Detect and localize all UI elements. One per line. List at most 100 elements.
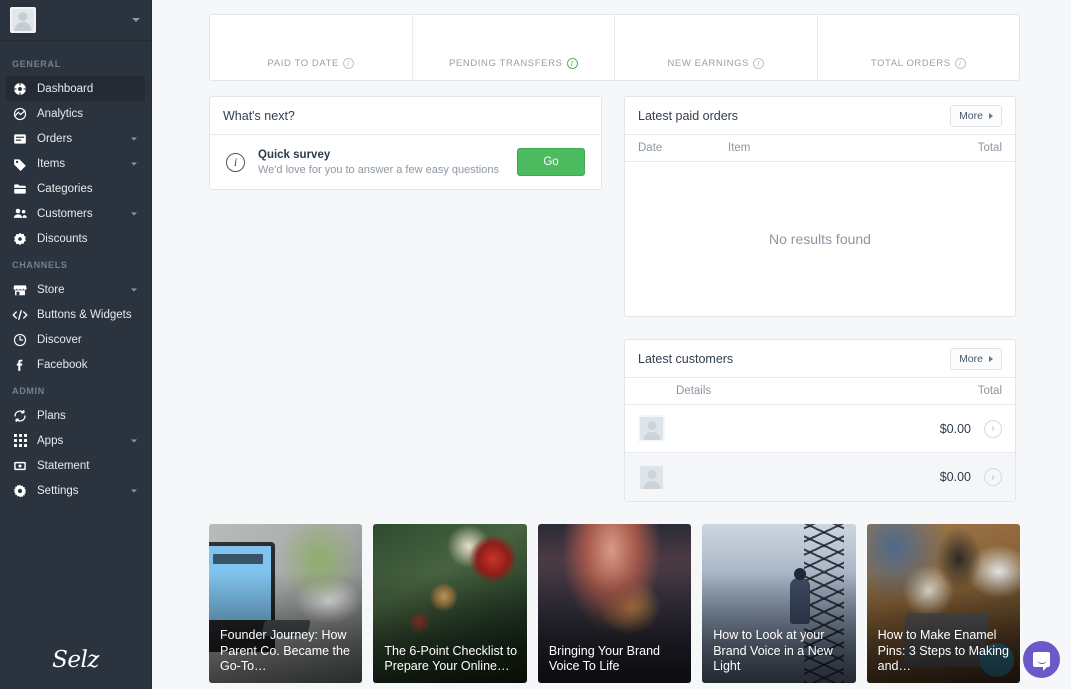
sidebar-item-label: Categories [37, 182, 93, 195]
stat-label-wrap: PAID TO DATE i [268, 58, 354, 69]
orders-table-header: Date Item Total [625, 135, 1015, 162]
blog-title: How to Look at your Brand Voice in a New… [713, 628, 833, 674]
chevron-down-icon[interactable] [131, 162, 137, 165]
chevron-down-icon[interactable] [131, 288, 137, 291]
blog-card[interactable]: How to Make Enamel Pins: 3 Steps to Maki… [866, 524, 1021, 683]
column-header-item: Item [728, 142, 751, 154]
sidebar-item-apps[interactable]: Apps [6, 428, 145, 453]
chevron-down-icon[interactable] [131, 137, 137, 140]
left-column: What's next? i Quick survey We'd love fo… [209, 96, 602, 502]
sidebar-item-dashboard[interactable]: Dashboard [6, 76, 145, 101]
sidebar-item-discounts[interactable]: Discounts [6, 226, 145, 251]
sidebar-item-label: Discounts [37, 232, 88, 245]
latest-paid-orders-header: Latest paid orders More [625, 97, 1015, 135]
orders-icon [12, 131, 28, 147]
sidebar-item-label: Analytics [37, 107, 84, 120]
blog-card[interactable]: The 6-Point Checklist to Prepare Your On… [373, 524, 527, 683]
more-button-customers[interactable]: More [950, 347, 1002, 370]
chat-bubble-icon [1033, 652, 1050, 671]
blog-card[interactable]: How to Look at your Brand Voice in a New… [702, 524, 856, 683]
selz-logo[interactable]: Selz [0, 631, 151, 689]
folder-icon [12, 181, 28, 197]
blog-title: Founder Journey: How Parent Co. Became t… [220, 628, 350, 674]
stat-total-orders[interactable]: TOTAL ORDERS i [818, 15, 1020, 80]
stat-paid-to-date[interactable]: PAID TO DATE i [210, 15, 413, 80]
gear-icon [12, 483, 28, 499]
info-icon[interactable]: i [753, 58, 765, 69]
chevron-right-icon[interactable]: › [984, 468, 1002, 486]
sidebar-item-plans[interactable]: Plans [6, 403, 145, 428]
code-icon [12, 307, 28, 323]
sidebar-item-statement[interactable]: Statement [6, 453, 145, 478]
sidebar-item-buttons-widgets[interactable]: Buttons & Widgets [6, 302, 145, 327]
sidebar-item-analytics[interactable]: Analytics [6, 101, 145, 126]
sidebar-item-label: Orders [37, 132, 73, 145]
stat-new-earnings[interactable]: NEW EARNINGS i [615, 15, 818, 80]
stat-pending-transfers[interactable]: PENDING TRANSFERS i [413, 15, 615, 80]
sidebar-item-orders[interactable]: Orders [6, 126, 145, 151]
info-icon[interactable]: i [342, 58, 354, 69]
chevron-down-icon[interactable] [131, 212, 137, 215]
whats-next-item-title: Quick survey [258, 148, 331, 161]
chevron-down-icon[interactable] [131, 489, 137, 492]
sidebar-item-customers[interactable]: Customers [6, 201, 145, 226]
tag-icon [12, 156, 28, 172]
chevron-right-icon[interactable]: › [984, 419, 1002, 438]
sidebar-item-label: Apps [37, 434, 64, 447]
more-label: More [959, 352, 983, 365]
sidebar-item-settings[interactable]: Settings [6, 478, 145, 503]
sidebar-item-discover[interactable]: Discover [6, 327, 145, 352]
more-button-orders[interactable]: More [950, 104, 1002, 127]
avatar [10, 7, 36, 33]
table-row[interactable]: $0.00 › [625, 453, 1015, 501]
blog-title: How to Make Enamel Pins: 3 Steps to Maki… [877, 628, 1009, 674]
chevron-down-icon[interactable] [131, 439, 137, 442]
intercom-launcher[interactable] [1023, 641, 1060, 678]
customer-total: $0.00 [939, 421, 971, 436]
chevron-down-icon[interactable] [132, 18, 140, 22]
orders-empty-state: No results found [769, 231, 871, 247]
avatar [638, 463, 665, 491]
sidebar-item-label: Customers [37, 207, 93, 220]
stat-label: TOTAL ORDERS [870, 58, 951, 69]
customer-total: $0.00 [939, 470, 971, 484]
facebook-icon [12, 357, 28, 373]
customers-icon [12, 206, 28, 222]
go-button[interactable]: Go [517, 148, 585, 176]
sidebar-item-label: Plans [37, 409, 66, 422]
latest-paid-orders-panel: Latest paid orders More Date Item Total … [624, 96, 1016, 317]
stat-label-wrap: PENDING TRANSFERS i [449, 58, 578, 69]
sidebar-item-label: Items [37, 157, 66, 170]
sidebar-item-facebook[interactable]: Facebook [6, 352, 145, 377]
app-root: GENERAL Dashboard Analytics Orders Items… [0, 0, 1071, 689]
sidebar-item-label: Store [37, 283, 65, 296]
sidebar-item-items[interactable]: Items [6, 151, 145, 176]
avatar-body [643, 432, 660, 440]
info-icon[interactable]: i [954, 58, 966, 69]
sidebar-item-label: Statement [37, 459, 90, 472]
account-switcher[interactable] [0, 0, 151, 41]
info-icon[interactable]: i [566, 58, 578, 69]
avatar-head [18, 12, 28, 21]
sidebar-section-admin: ADMIN [12, 386, 45, 396]
sidebar-item-store[interactable]: Store [6, 277, 145, 302]
more-label: More [959, 109, 983, 122]
analytics-icon [12, 106, 28, 122]
sidebar-item-label: Discover [37, 333, 82, 346]
whats-next-item: i Quick survey We'd love for you to answ… [210, 135, 601, 189]
main-content: PAID TO DATE i PENDING TRANSFERS i NEW E… [152, 0, 1071, 689]
avatar [638, 415, 665, 442]
table-row[interactable]: $0.00 › [625, 405, 1015, 453]
sidebar-section-channels: CHANNELS [12, 260, 68, 270]
stats-card: PAID TO DATE i PENDING TRANSFERS i NEW E… [209, 14, 1020, 81]
sidebar-item-categories[interactable]: Categories [6, 176, 145, 201]
whats-next-panel: What's next? i Quick survey We'd love fo… [209, 96, 602, 190]
blog-card[interactable]: Founder Journey: How Parent Co. Became t… [209, 524, 363, 683]
latest-customers-panel: Latest customers More Details Total $0.0… [624, 339, 1016, 502]
blog-card[interactable]: Bringing Your Brand Voice To Life [537, 524, 692, 683]
sidebar-nav: GENERAL Dashboard Analytics Orders Items… [0, 41, 151, 631]
refresh-icon [12, 408, 28, 424]
sidebar-item-label: Facebook [37, 358, 88, 371]
avatar-body [14, 22, 32, 31]
sidebar: GENERAL Dashboard Analytics Orders Items… [0, 0, 152, 689]
